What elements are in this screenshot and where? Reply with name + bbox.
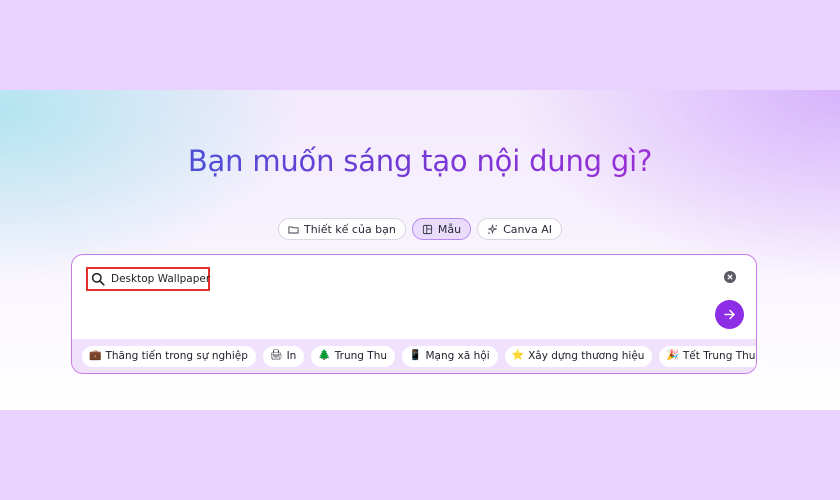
printer-icon: 🖨 [269, 350, 283, 361]
folder-icon [288, 225, 299, 233]
arrow-right-icon [724, 309, 735, 320]
tree-icon: 🌲 [318, 350, 331, 361]
hero-section: Bạn muốn sáng tạo nội dung gì? Thiết kế … [0, 90, 840, 410]
tab-canva-ai[interactable]: Canva AI [477, 218, 563, 240]
page-title: Bạn muốn sáng tạo nội dung gì? [187, 144, 653, 178]
tab-label: Mẫu [437, 222, 462, 236]
chip-label: Thăng tiến trong sự nghiệp [105, 350, 248, 362]
chip-mid-autumn-festival[interactable]: 🎉 Tết Trung Thu [659, 345, 756, 367]
mode-tabs: Thiết kế của bạn Mẫu Canva AI [0, 218, 840, 240]
tab-label: Canva AI [503, 222, 553, 236]
star-icon: ⭐ [511, 350, 525, 361]
chip-branding[interactable]: ⭐ Xây dựng thương hiệu [504, 345, 653, 367]
tab-templates[interactable]: Mẫu [411, 218, 472, 240]
search-input-value: Desktop Wallpaper [111, 273, 211, 285]
briefcase-icon: 💼 [89, 350, 102, 361]
chip-social-media[interactable]: 📱 Mạng xã hội [402, 345, 498, 367]
chip-career[interactable]: 💼 Thăng tiến trong sự nghiệp [82, 345, 256, 367]
clear-search-button[interactable] [724, 271, 736, 283]
suggestion-chips: 💼 Thăng tiến trong sự nghiệp 🖨 In 🌲 Trun… [72, 339, 756, 373]
search-panel: Desktop Wallpaper 💼 Thăng tiến trong sự … [71, 254, 757, 374]
chip-label: Trung Thu [334, 350, 388, 362]
chip-mid-autumn[interactable]: 🌲 Trung Thu [311, 345, 396, 367]
tab-label: Thiết kế của bạn [303, 222, 396, 236]
tab-your-designs[interactable]: Thiết kế của bạn [277, 218, 406, 240]
chip-label: Xây dựng thương hiệu [528, 350, 645, 362]
chip-label: Mạng xã hội [425, 350, 490, 362]
submit-search-button[interactable] [715, 300, 744, 329]
search-input[interactable]: Desktop Wallpaper [86, 267, 210, 291]
chip-label: Tết Trung Thu [682, 350, 756, 362]
template-icon [422, 224, 432, 234]
chip-label: In [286, 350, 297, 362]
party-popper-icon: 🎉 [666, 350, 679, 361]
sparkle-icon [487, 223, 498, 234]
search-icon [91, 272, 105, 286]
chip-print[interactable]: 🖨 In [262, 345, 305, 367]
close-icon [727, 274, 733, 280]
phone-icon: 📱 [409, 350, 422, 361]
